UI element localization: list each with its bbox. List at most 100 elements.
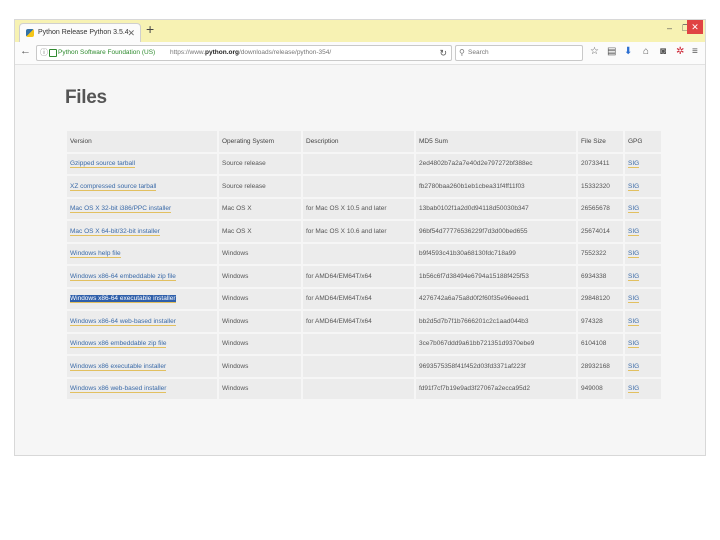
cell-os: Windows <box>219 378 301 399</box>
bookmark-star-icon[interactable]: ☆ <box>590 46 599 57</box>
cell-file-size: 28932168 <box>578 356 623 377</box>
tab-close-icon[interactable]: ✕ <box>127 24 135 42</box>
cell-gpg: SIG <box>625 333 661 354</box>
cell-os: Windows <box>219 356 301 377</box>
cell-description: for AMD64/EM64T/x64 <box>303 288 414 309</box>
cell-version: Windows x86-64 embeddable zip file <box>67 266 217 287</box>
file-download-link[interactable]: Windows x86-64 web-based installer <box>70 317 176 326</box>
reading-list-icon[interactable]: ▤ <box>607 46 616 57</box>
cell-description <box>303 356 414 377</box>
file-download-link[interactable]: Windows help file <box>70 250 121 259</box>
gpg-signature-link[interactable]: SIG <box>628 227 640 236</box>
file-download-link[interactable]: Gzipped source tarball <box>70 160 136 169</box>
table-row: Windows x86 executable installer Windows 9… <box>67 356 661 377</box>
cell-file-size: 7552322 <box>578 243 623 264</box>
gpg-signature-link[interactable]: SIG <box>628 385 640 394</box>
cell-md5: 13bab0102f1a2d0d94118d50030b347 <box>416 198 576 219</box>
search-input[interactable] <box>468 47 578 58</box>
close-window-button[interactable]: ✕ <box>687 20 703 34</box>
cell-file-size: 974328 <box>578 311 623 332</box>
cell-os: Windows <box>219 243 301 264</box>
extension-icon[interactable]: ✲ <box>676 46 684 57</box>
cell-os: Mac OS X <box>219 221 301 242</box>
download-icon[interactable]: ⬇ <box>624 46 632 57</box>
gpg-signature-link[interactable]: SIG <box>628 295 640 304</box>
cell-description: for AMD64/EM64T/x64 <box>303 266 414 287</box>
back-button[interactable]: ← <box>20 45 31 57</box>
python-favicon-icon <box>26 29 34 37</box>
cell-version: Windows x86 web-based installer <box>67 378 217 399</box>
column-header-gpg: GPG <box>625 131 661 152</box>
file-download-link[interactable]: XZ compressed source tarball <box>70 182 157 191</box>
cell-version: XZ compressed source tarball <box>67 176 217 197</box>
gpg-signature-link[interactable]: SIG <box>628 340 640 349</box>
cell-os: Source release <box>219 153 301 174</box>
file-download-link[interactable]: Windows x86 embeddable zip file <box>70 340 167 349</box>
gpg-signature-link[interactable]: SIG <box>628 362 640 371</box>
gpg-signature-link[interactable]: SIG <box>628 182 640 191</box>
new-tab-button[interactable]: + <box>146 21 154 37</box>
file-download-link[interactable]: Windows x86-64 executable installer <box>70 295 176 304</box>
cell-md5: 2ed4802b7a2a7e40d2e797272bf388ec <box>416 153 576 174</box>
url-text[interactable]: https://www.python.org/downloads/release… <box>170 46 331 60</box>
cell-file-size: 29848120 <box>578 288 623 309</box>
gpg-signature-link[interactable]: SIG <box>628 205 640 214</box>
site-info-icon[interactable]: ⓘ <box>40 46 48 60</box>
cell-md5: bb2d5d7b7f1b7666201c2c1aad044b3 <box>416 311 576 332</box>
file-download-link[interactable]: Windows x86 web-based installer <box>70 385 167 394</box>
cell-os: Source release <box>219 176 301 197</box>
cell-os: Mac OS X <box>219 198 301 219</box>
files-table-body: Gzipped source tarball Source release 2ed4… <box>67 153 661 399</box>
cell-file-size: 20733411 <box>578 153 623 174</box>
cell-os: Windows <box>219 288 301 309</box>
cell-gpg: SIG <box>625 356 661 377</box>
tab-title: Python Release Python 3.5.4 <box>38 29 129 36</box>
cell-file-size: 6104108 <box>578 333 623 354</box>
cell-gpg: SIG <box>625 378 661 399</box>
pocket-icon[interactable]: ◙ <box>660 46 666 57</box>
cell-md5: 4276742a6a75a8d0f2f60f35e96eeed1 <box>416 288 576 309</box>
cell-version: Gzipped source tarball <box>67 153 217 174</box>
table-row: Mac OS X 64-bit/32-bit installer Mac OS X… <box>67 221 661 242</box>
browser-window: Python Release Python 3.5.4 ✕ + – ❐ ✕ ← … <box>14 19 706 456</box>
cell-description <box>303 333 414 354</box>
cell-md5: 3ce7b067ddd9a61bb721351d9370ebe9 <box>416 333 576 354</box>
cell-version: Windows x86-64 executable installer <box>67 288 217 309</box>
cell-md5: fb2780baa260b1eb1cbea31f4ff11f03 <box>416 176 576 197</box>
cell-os: Windows <box>219 311 301 332</box>
column-header-version: Version <box>67 131 217 152</box>
cell-version: Windows help file <box>67 243 217 264</box>
gpg-signature-link[interactable]: SIG <box>628 160 640 169</box>
search-bar[interactable]: ⚲ <box>455 45 583 61</box>
cell-description: for Mac OS X 10.6 and later <box>303 221 414 242</box>
files-table: Version Operating System Description MD5… <box>65 129 663 401</box>
gpg-signature-link[interactable]: SIG <box>628 250 640 259</box>
gpg-signature-link[interactable]: SIG <box>628 272 640 281</box>
tab-python-release[interactable]: Python Release Python 3.5.4 ✕ <box>19 23 141 42</box>
cell-md5: fd91f7cf7b19e9ad3f27067a2ecca95d2 <box>416 378 576 399</box>
cell-os: Windows <box>219 333 301 354</box>
reload-icon[interactable]: ↻ <box>439 46 447 60</box>
minimize-button[interactable]: – <box>667 23 672 33</box>
cell-os: Windows <box>219 266 301 287</box>
menu-icon[interactable]: ≡ <box>692 46 698 57</box>
url-domain: python.org <box>205 49 239 56</box>
url-bar[interactable]: ⓘ Python Software Foundation (US) https:… <box>36 45 452 61</box>
file-download-link[interactable]: Windows x86 executable installer <box>70 362 167 371</box>
url-prefix: https://www. <box>170 49 206 56</box>
cell-gpg: SIG <box>625 176 661 197</box>
tab-bar: Python Release Python 3.5.4 ✕ + – ❐ ✕ <box>15 20 705 42</box>
column-header-os: Operating System <box>219 131 301 152</box>
home-icon[interactable]: ⌂ <box>643 46 649 57</box>
cell-version: Mac OS X 32-bit i386/PPC installer <box>67 198 217 219</box>
file-download-link[interactable]: Mac OS X 64-bit/32-bit installer <box>70 227 160 236</box>
url-path: /downloads/release/python-354/ <box>239 49 332 56</box>
file-download-link[interactable]: Mac OS X 32-bit i386/PPC installer <box>70 205 172 214</box>
file-download-link[interactable]: Windows x86-64 embeddable zip file <box>70 272 176 281</box>
table-row: Windows x86 web-based installer Windows fd… <box>67 378 661 399</box>
site-identity[interactable]: Python Software Foundation (US) <box>58 46 155 60</box>
table-row: Windows help file Windows b9f4593c41b30a68… <box>67 243 661 264</box>
gpg-signature-link[interactable]: SIG <box>628 317 640 326</box>
page-title: Files <box>65 87 107 108</box>
cell-gpg: SIG <box>625 198 661 219</box>
